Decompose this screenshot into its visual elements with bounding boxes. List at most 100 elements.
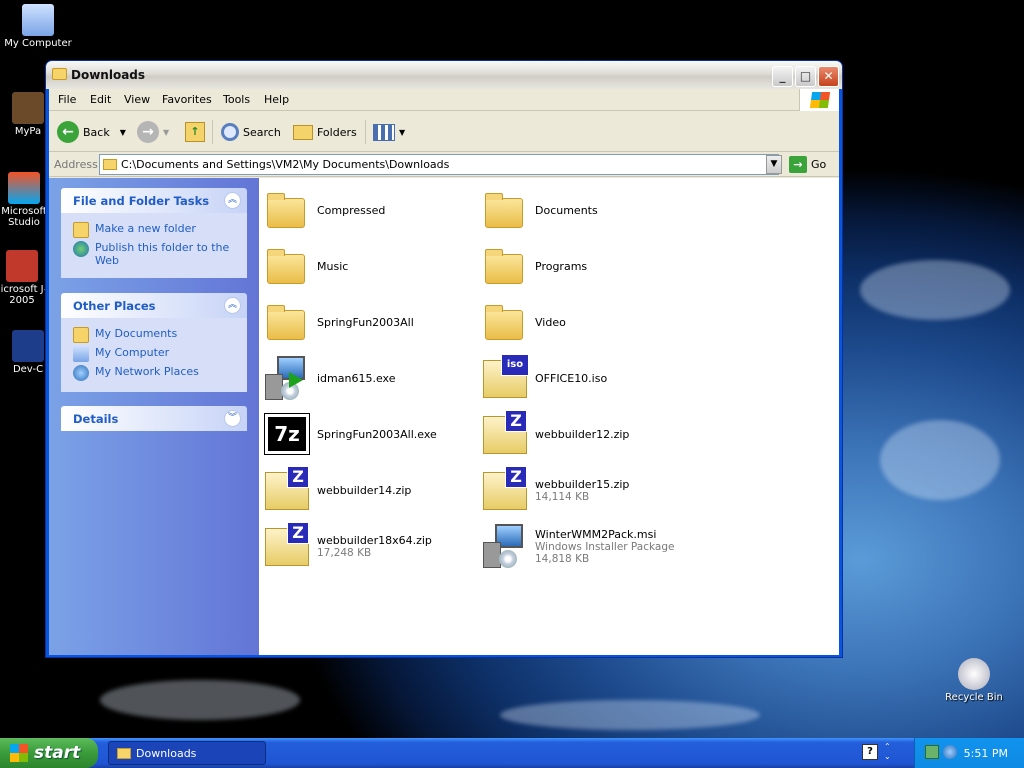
file-text: Compressed [317,204,385,217]
views-button[interactable]: ▼ [373,120,405,144]
file-item[interactable]: Zwebbuilder12.zip [481,410,691,458]
folders-button[interactable]: Folders [293,120,357,144]
menu-edit[interactable]: Edit [90,93,111,106]
file-item[interactable]: 7z SpringFun2003All.exe [263,410,473,458]
app-icon [12,330,44,362]
sevenzip-icon: 7z [263,410,311,458]
menu-favorites[interactable]: Favorites [162,93,212,106]
search-button[interactable]: Search [221,120,281,144]
start-button[interactable]: start [0,738,98,768]
setup-exe-icon [263,354,311,402]
desktop-icon-label: MyPa [14,126,42,137]
file-item[interactable]: Music [263,242,473,290]
forward-button[interactable]: → ▼ [137,120,169,144]
tray-expand-icon[interactable]: ⌃ ⌄ [884,742,891,762]
address-path: C:\Documents and Settings\VM2\My Documen… [121,158,450,171]
folder-icon [103,159,117,170]
folders-icon [293,124,313,140]
help-icon[interactable]: ? [862,744,878,760]
folder-icon [263,242,311,290]
file-text: webbuilder15.zip 14,114 KB [535,478,629,503]
desktop-icon-recycle-bin[interactable]: Recycle Bin [938,658,1010,703]
collapse-icon[interactable]: ︽ [224,297,241,314]
address-dropdown-button[interactable]: ▼ [766,155,782,174]
menu-tools[interactable]: Tools [223,93,250,106]
file-item[interactable]: Zwebbuilder14.zip [263,466,473,514]
task-publish-web[interactable]: Publish this folder to the Web [73,241,237,267]
globe-tray-icon[interactable] [943,745,957,759]
place-my-computer[interactable]: My Computer [73,346,237,362]
file-item[interactable]: Video [481,298,691,346]
installer-package-icon [481,522,529,570]
place-my-network-places[interactable]: My Network Places [73,365,237,381]
recycle-bin-icon [958,658,990,690]
taskbar-item-downloads[interactable]: Downloads [108,741,266,765]
up-button[interactable]: ↑ [185,120,205,144]
file-folder-tasks-header[interactable]: File and Folder Tasks ︽ [61,188,247,213]
file-item[interactable]: Programs [481,242,691,290]
new-folder-icon [73,222,89,238]
zip-archive-icon: Z [481,410,529,458]
file-item[interactable]: Zwebbuilder15.zip 14,114 KB [481,466,691,514]
place-my-documents[interactable]: My Documents [73,327,237,343]
desktop-icon-my-computer[interactable]: My Computer [2,4,74,49]
file-view: Compressed Documents Music Programs SpringFu… [259,178,839,655]
file-item[interactable]: Compressed [263,186,473,234]
file-text: webbuilder12.zip [535,428,629,441]
minimize-button[interactable]: _ [772,66,793,87]
toolbar: ← Back ▼ → ▼ ↑ Search Folders ▼ [49,112,839,152]
file-item[interactable]: Zwebbuilder18x64.zip 17,248 KB [263,522,473,570]
title-bar[interactable]: Downloads _ □ ✕ [46,61,842,89]
search-icon [221,123,239,141]
back-button[interactable]: ← Back ▼ [57,120,126,144]
go-button[interactable]: → Go [789,156,826,173]
task-label: Make a new folder [95,222,196,235]
task-pane: File and Folder Tasks ︽ Make a new folde… [49,178,259,655]
address-input[interactable]: C:\Documents and Settings\VM2\My Documen… [99,154,779,175]
file-item[interactable]: Documents [481,186,691,234]
clock[interactable]: 5:51 PM [964,747,1008,760]
file-item[interactable]: iso OFFICE10.iso [481,354,691,402]
taskbar-item-label: Downloads [136,746,197,760]
task-make-new-folder[interactable]: Make a new folder [73,222,237,238]
expand-icon[interactable]: ︾ [224,410,241,427]
file-name: Documents [535,203,598,217]
file-folder-tasks-box: File and Folder Tasks ︽ Make a new folde… [61,188,247,278]
maximize-button[interactable]: □ [795,66,816,87]
go-label: Go [811,158,827,171]
collapse-icon[interactable]: ︽ [224,192,241,209]
file-text: Documents [535,204,598,217]
folder-icon [481,186,529,234]
file-text: Programs [535,260,587,273]
desktop-icon-label: Microsoft Studio [1,206,47,228]
zip-archive-icon: Z [263,522,311,570]
folder-icon [117,747,131,759]
file-text: SpringFun2003All.exe [317,428,437,441]
folder-icon [263,186,311,234]
details-header[interactable]: Details ︾ [61,406,247,431]
file-item[interactable]: WinterWMM2Pack.msi Windows Installer Pack… [481,522,691,570]
file-item[interactable]: SpringFun2003All [263,298,473,346]
menu-view[interactable]: View [124,93,150,106]
place-label: My Computer [95,346,170,359]
iso-image-icon: iso [481,354,529,402]
folder-icon [481,298,529,346]
menu-file[interactable]: File [58,93,76,106]
network-tray-icon[interactable] [925,745,939,759]
file-text: WinterWMM2Pack.msi Windows Installer Pack… [535,528,674,565]
chevron-down-icon: ▼ [163,127,170,137]
file-name: Video [535,315,566,329]
close-button[interactable]: ✕ [818,66,839,87]
menu-help[interactable]: Help [264,93,289,106]
other-places-header[interactable]: Other Places ︽ [61,293,247,318]
taskbar: start Downloads ? ⌃ ⌄ 5:51 PM [0,738,1024,768]
file-item[interactable]: idman615.exe [263,354,473,402]
file-size: 14,114 KB [535,490,590,503]
network-icon [73,365,89,381]
menu-bar: File Edit View Favorites Tools Help [49,89,839,111]
window-body: File Edit View Favorites Tools Help ← Ba… [49,89,839,655]
place-label: My Documents [95,327,178,340]
system-tray: 5:51 PM [914,738,1024,768]
back-label: Back [83,125,110,139]
file-text: webbuilder14.zip [317,484,411,497]
